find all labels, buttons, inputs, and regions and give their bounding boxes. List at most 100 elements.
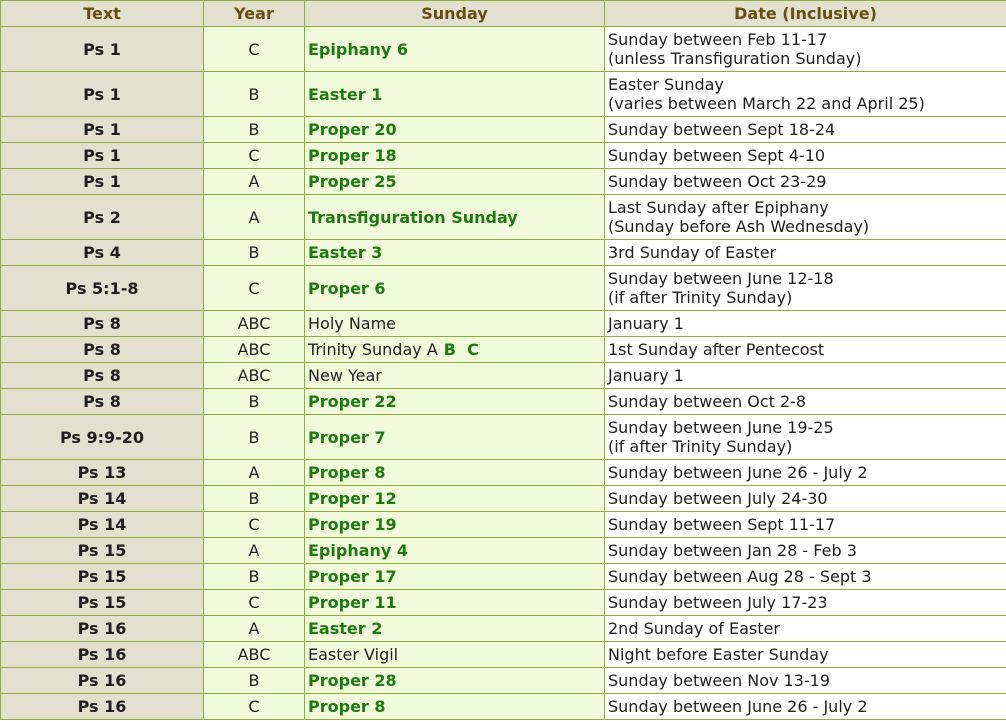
date-cell: Sunday between Feb 11-17 (unless Transfig… <box>604 26 1006 72</box>
date-line: Sunday between June 26 - July 2 <box>608 463 868 482</box>
table-row: Ps 16 ABC Easter Vigil Night before Easter … <box>0 641 1006 668</box>
table-row: Ps 13 A Proper 8 Sunday between June 26 - J… <box>0 459 1006 486</box>
psalm-text-link[interactable]: Ps 4 <box>0 239 204 266</box>
year-cell: B <box>203 388 305 415</box>
date-line: Sunday between Sept 18-24 <box>608 120 836 139</box>
date-cell: Sunday between Oct 23-29 <box>604 168 1006 195</box>
header-row: Text Year Sunday Date (Inclusive) <box>0 0 1006 27</box>
table-row: Ps 5:1-8 C Proper 6 Sunday between June 12-… <box>0 265 1006 311</box>
psalm-text-link[interactable]: Ps 9:9-20 <box>0 414 204 460</box>
sunday-cell: Easter Vigil <box>304 641 605 668</box>
psalm-text-link[interactable]: Ps 14 <box>0 511 204 538</box>
date-cell: Sunday between Nov 13-19 <box>604 667 1006 694</box>
header-sunday: Sunday <box>304 0 605 27</box>
psalm-text-link[interactable]: Ps 8 <box>0 362 204 389</box>
psalm-text-link[interactable]: Ps 15 <box>0 589 204 616</box>
sunday-name: Holy Name <box>308 314 397 333</box>
date-note: (if after Trinity Sunday) <box>608 437 793 456</box>
sunday-name: Easter 1 <box>308 84 383 104</box>
sunday-cell[interactable]: Proper 28 <box>304 667 605 694</box>
psalm-text-link[interactable]: Ps 8 <box>0 310 204 337</box>
sunday-cell[interactable]: Epiphany 6 <box>304 26 605 72</box>
date-line: Sunday between Oct 2-8 <box>608 392 807 411</box>
year-cell: A <box>203 168 305 195</box>
psalm-text-link[interactable]: Ps 1 <box>0 26 204 72</box>
year-cell: C <box>203 26 305 72</box>
sunday-cell[interactable]: Epiphany 4 <box>304 537 605 564</box>
year-cell: C <box>203 142 305 169</box>
sunday-cell[interactable]: Proper 17 <box>304 563 605 590</box>
psalm-text-link[interactable]: Ps 2 <box>0 194 204 240</box>
date-cell: January 1 <box>604 362 1006 389</box>
date-cell: 1st Sunday after Pentecost <box>604 336 1006 363</box>
sunday-name: Proper 19 <box>308 515 397 534</box>
psalm-text-link[interactable]: Ps 8 <box>0 336 204 363</box>
year-cell: B <box>203 563 305 590</box>
sunday-cell[interactable]: Proper 6 <box>304 265 605 311</box>
sunday-years-links[interactable]: B C <box>444 340 479 359</box>
year-cell: A <box>203 615 305 642</box>
date-line: Sunday between July 17-23 <box>608 593 828 612</box>
date-line: Sunday between June 12-18 <box>608 269 834 288</box>
psalm-text-link[interactable]: Ps 16 <box>0 693 204 720</box>
date-line: January 1 <box>608 314 684 333</box>
psalm-text-link[interactable]: Ps 16 <box>0 667 204 694</box>
date-line: Sunday between Nov 13-19 <box>608 671 831 690</box>
psalm-text-link[interactable]: Ps 14 <box>0 485 204 512</box>
sunday-cell[interactable]: Proper 19 <box>304 511 605 538</box>
header-date: Date (Inclusive) <box>604 0 1006 27</box>
sunday-name: Proper 18 <box>308 146 397 165</box>
sunday-cell[interactable]: Proper 8 <box>304 459 605 486</box>
year-cell: A <box>203 459 305 486</box>
date-cell: 2nd Sunday of Easter <box>604 615 1006 642</box>
sunday-cell[interactable]: Proper 11 <box>304 589 605 616</box>
psalm-text-link[interactable]: Ps 16 <box>0 641 204 668</box>
psalm-text-link[interactable]: Ps 1 <box>0 142 204 169</box>
sunday-cell[interactable]: Proper 18 <box>304 142 605 169</box>
year-cell: B <box>203 485 305 512</box>
year-cell: ABC <box>203 362 305 389</box>
table-row: Ps 1 A Proper 25 Sunday between Oct 23-29 <box>0 168 1006 195</box>
sunday-cell[interactable]: Proper 22 <box>304 388 605 415</box>
psalm-text-link[interactable]: Ps 15 <box>0 563 204 590</box>
table-row: Ps 14 B Proper 12 Sunday between July 24-30 <box>0 485 1006 512</box>
year-cell: B <box>203 414 305 460</box>
year-cell: A <box>203 194 305 240</box>
psalm-text-link[interactable]: Ps 1 <box>0 116 204 143</box>
sunday-cell[interactable]: Proper 12 <box>304 485 605 512</box>
sunday-cell[interactable]: Transfiguration Sunday <box>304 194 605 240</box>
psalm-text-link[interactable]: Ps 1 <box>0 71 204 117</box>
psalm-text-link[interactable]: Ps 13 <box>0 459 204 486</box>
sunday-name: Easter 3 <box>308 243 383 262</box>
table-row: Ps 8 ABC New Year January 1 <box>0 362 1006 389</box>
date-line: Sunday between June 19-25 <box>608 418 834 437</box>
psalm-text-link[interactable]: Ps 16 <box>0 615 204 642</box>
sunday-cell[interactable]: Proper 7 <box>304 414 605 460</box>
date-cell: Sunday between June 26 - July 2 <box>604 693 1006 720</box>
sunday-cell[interactable]: Easter 2 <box>304 615 605 642</box>
sunday-name: Proper 11 <box>308 593 397 612</box>
date-note: (unless Transfiguration Sunday) <box>608 49 862 68</box>
sunday-cell[interactable]: Proper 20 <box>304 116 605 143</box>
date-cell: Sunday between Oct 2-8 <box>604 388 1006 415</box>
psalm-text-link[interactable]: Ps 15 <box>0 537 204 564</box>
psalm-text-link[interactable]: Ps 1 <box>0 168 204 195</box>
year-cell: A <box>203 537 305 564</box>
sunday-cell[interactable]: Proper 25 <box>304 168 605 195</box>
sunday-name: Epiphany 4 <box>308 541 409 560</box>
sunday-name: Proper 7 <box>308 427 386 447</box>
lectionary-table: Text Year Sunday Date (Inclusive) Ps 1CE… <box>0 0 1006 720</box>
sunday-name: Epiphany 6 <box>308 39 409 59</box>
table-row: Ps 16 C Proper 8 Sunday between June 26 - J… <box>0 693 1006 720</box>
sunday-cell[interactable]: Easter 1 <box>304 71 605 117</box>
sunday-cell[interactable]: Easter 3 <box>304 239 605 266</box>
psalm-text-link[interactable]: Ps 5:1-8 <box>0 265 204 311</box>
table-row: Ps 8 ABC Trinity Sunday A B C 1st Sunday aft… <box>0 336 1006 363</box>
table-row: Ps 16 B Proper 28 Sunday between Nov 13-19 <box>0 667 1006 694</box>
sunday-cell[interactable]: Proper 8 <box>304 693 605 720</box>
date-cell: Easter Sunday (varies between March 22 an… <box>604 71 1006 117</box>
psalm-text-link[interactable]: Ps 8 <box>0 388 204 415</box>
date-cell: Last Sunday after Epiphany (Sunday before… <box>604 194 1006 240</box>
table-row: Ps 15 A Epiphany 4 Sunday between Jan 28 - … <box>0 537 1006 564</box>
sunday-name: Proper 20 <box>308 120 397 139</box>
